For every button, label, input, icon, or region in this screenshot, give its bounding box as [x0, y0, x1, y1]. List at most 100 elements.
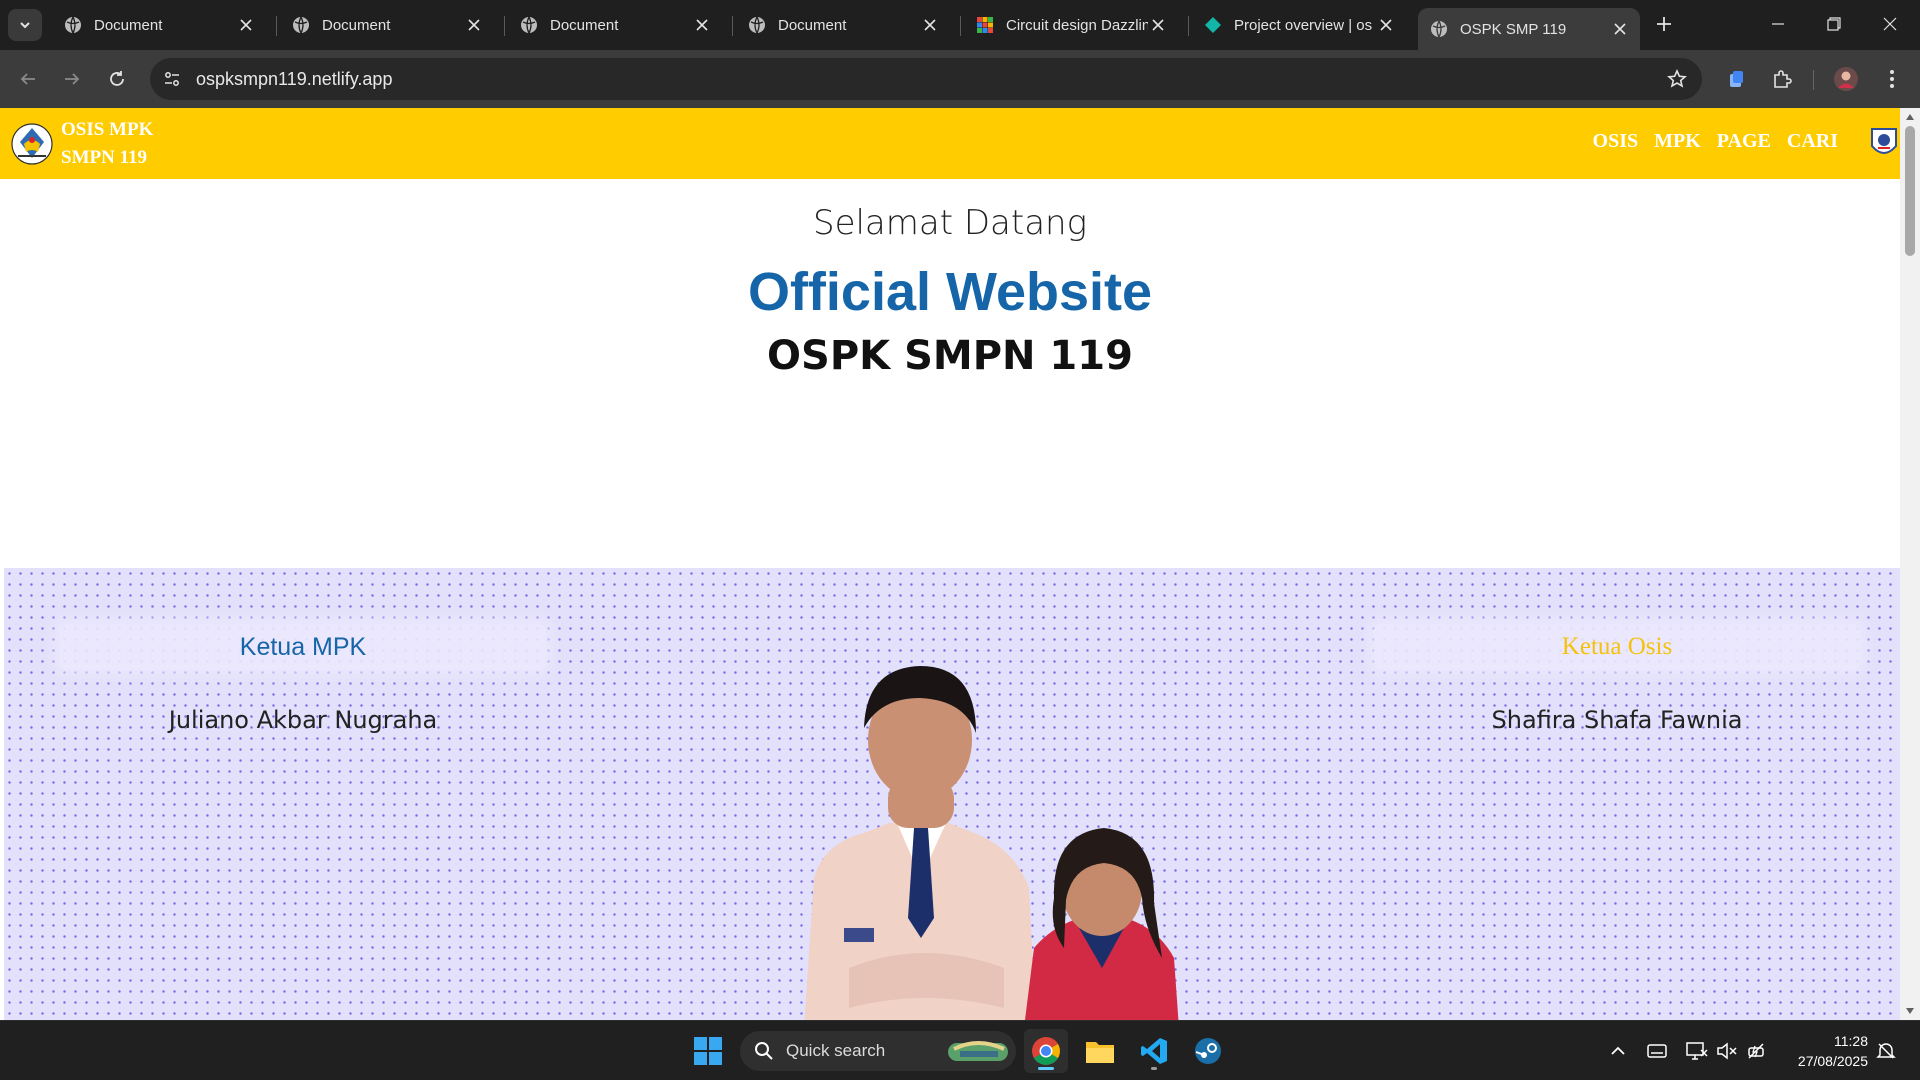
- browser-tab-active[interactable]: OSPK SMP 119: [1418, 8, 1640, 50]
- arrow-right-icon: [65, 73, 80, 85]
- mpk-role-label: Ketua MPK: [60, 624, 546, 670]
- school-heading: OSPK SMPN 119: [767, 333, 1133, 379]
- new-tab-button[interactable]: [1652, 12, 1676, 36]
- browser-tab[interactable]: Document: [508, 8, 722, 42]
- close-window-button[interactable]: [1862, 0, 1918, 48]
- restore-icon: [1827, 17, 1841, 31]
- browser-tab[interactable]: Document: [52, 8, 266, 42]
- back-button[interactable]: [12, 63, 44, 95]
- close-icon[interactable]: [1610, 19, 1630, 39]
- osis-leader-name: Shafira Shafa Fawnia: [1491, 706, 1743, 734]
- profile-avatar[interactable]: [1832, 65, 1860, 93]
- browser-tab[interactable]: Document: [736, 8, 950, 42]
- tinkercad-icon: [976, 16, 994, 34]
- tab-title: Document: [94, 16, 163, 34]
- taskbar-clock[interactable]: 11:28 27/08/2025: [1782, 1031, 1868, 1071]
- notifications-bell-icon[interactable]: [1874, 1039, 1898, 1063]
- osis-role-label: Ketua Osis: [1374, 624, 1860, 670]
- plus-icon: [1657, 17, 1671, 31]
- tab-title: Document: [778, 16, 847, 34]
- globe-icon: [64, 16, 82, 34]
- network-tray-icon[interactable]: [1685, 1039, 1709, 1063]
- tab-title: Document: [550, 16, 619, 34]
- diamond-icon: [1204, 16, 1222, 34]
- mpk-leader-name: Juliano Akbar Nugraha: [168, 706, 438, 734]
- close-icon[interactable]: [692, 15, 712, 35]
- leaders-photo: [804, 666, 1179, 1020]
- taskbar-vscode[interactable]: [1132, 1029, 1176, 1073]
- url-text: ospksmpn119.netlify.app: [196, 69, 393, 89]
- taskbar-search[interactable]: Quick search: [740, 1031, 1016, 1071]
- brand-line-2: SMPN 119: [61, 147, 148, 168]
- address-bar[interactable]: ospksmpn119.netlify.app: [150, 58, 1702, 100]
- search-icon: [755, 1042, 773, 1060]
- bookmark-star-icon[interactable]: [1666, 68, 1688, 90]
- taskbar-file-explorer[interactable]: [1078, 1029, 1122, 1073]
- globe-icon: [292, 16, 310, 34]
- start-button[interactable]: [686, 1029, 730, 1073]
- nav-link-cari[interactable]: CARI: [1787, 130, 1838, 153]
- osis-badge-logo: [1871, 128, 1897, 154]
- volume-muted-icon[interactable]: [1715, 1039, 1739, 1063]
- search-highlight-icon: [948, 1041, 1008, 1061]
- search-label: Quick search: [786, 1041, 886, 1060]
- scroll-up-arrow-icon[interactable]: [1904, 112, 1916, 122]
- tab-title: Document: [322, 16, 391, 34]
- scroll-thumb[interactable]: [1905, 126, 1915, 256]
- close-icon[interactable]: [1376, 15, 1396, 35]
- forward-button[interactable]: [56, 63, 88, 95]
- close-icon[interactable]: [1148, 15, 1168, 35]
- site-header: OSIS MPK SMPN 119 OSIS MPK PAGE CARI: [0, 108, 1900, 179]
- browser-menu-button[interactable]: [1878, 65, 1906, 93]
- chrome-icon: [1032, 1037, 1060, 1065]
- browser-tab-strip: Document Document Document Document Circ…: [0, 0, 1920, 50]
- site-info-icon[interactable]: [162, 69, 182, 89]
- globe-icon: [748, 16, 766, 34]
- taskbar-chrome[interactable]: [1024, 1029, 1068, 1073]
- clock-date: 27/08/2025: [1797, 1053, 1868, 1069]
- show-hidden-icons-button[interactable]: [1606, 1039, 1630, 1063]
- browser-toolbar: ospksmpn119.netlify.app: [0, 50, 1920, 108]
- browser-tab[interactable]: Document: [280, 8, 494, 42]
- minimize-button[interactable]: [1750, 0, 1806, 48]
- taskbar-steam[interactable]: [1186, 1029, 1230, 1073]
- welcome-heading: Selamat Datang: [812, 203, 1087, 243]
- tab-search-button[interactable]: [8, 9, 42, 41]
- copy-extension-icon[interactable]: [1722, 65, 1750, 93]
- restore-button[interactable]: [1806, 0, 1862, 48]
- steam-icon: [1195, 1038, 1221, 1064]
- globe-icon: [520, 16, 538, 34]
- chevron-up-icon: [1611, 1046, 1625, 1055]
- windows-logo-icon: [694, 1037, 722, 1065]
- official-website-heading: Official Website: [747, 262, 1153, 322]
- nav-link-mpk[interactable]: MPK: [1654, 130, 1701, 153]
- close-icon[interactable]: [920, 15, 940, 35]
- brand-line-1: OSIS MPK: [61, 119, 154, 140]
- school-logo[interactable]: [10, 122, 54, 166]
- minimize-icon: [1772, 23, 1784, 25]
- tab-title: Circuit design Dazzlin: [1006, 16, 1148, 34]
- globe-icon: [1430, 20, 1448, 38]
- site-brand[interactable]: OSIS MPK SMPN 119: [61, 116, 153, 172]
- page-scrollbar[interactable]: [1900, 108, 1920, 1020]
- browser-tab[interactable]: Project overview | os: [1192, 8, 1406, 42]
- chevron-down-icon: [20, 22, 30, 29]
- close-icon[interactable]: [464, 15, 484, 35]
- keyboard-tray-icon[interactable]: [1645, 1039, 1669, 1063]
- clock-time: 11:28: [1834, 1033, 1868, 1049]
- nav-link-page[interactable]: PAGE: [1717, 130, 1771, 153]
- close-icon[interactable]: [236, 15, 256, 35]
- vscode-icon: [1141, 1038, 1167, 1064]
- folder-icon: [1086, 1042, 1114, 1063]
- main-nav: OSIS MPK PAGE CARI: [1593, 130, 1838, 153]
- windows-taskbar: Quick search 11:28 27/08/2025: [0, 1020, 1920, 1080]
- close-icon: [1883, 17, 1897, 31]
- reload-icon: [110, 71, 124, 86]
- battery-tray-icon[interactable]: [1745, 1039, 1769, 1063]
- browser-tab[interactable]: Circuit design Dazzlin: [964, 8, 1178, 42]
- leaders-section: Ketua MPK Juliano Akbar Nugraha Ketua Os…: [4, 568, 1900, 1020]
- nav-link-osis[interactable]: OSIS: [1593, 130, 1639, 153]
- reload-button[interactable]: [101, 63, 133, 95]
- extensions-puzzle-icon[interactable]: [1768, 65, 1796, 93]
- scroll-down-arrow-icon[interactable]: [1904, 1006, 1916, 1016]
